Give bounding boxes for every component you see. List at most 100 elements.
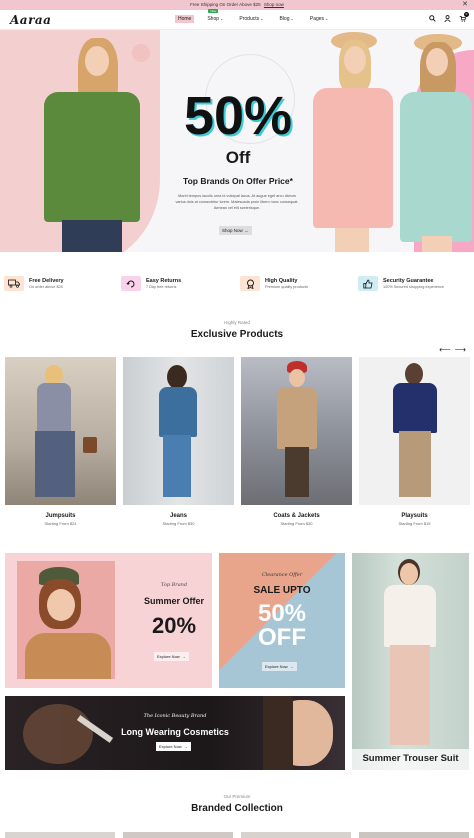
- nav-shop[interactable]: New Shop⌄: [204, 9, 226, 23]
- close-icon[interactable]: ✕: [462, 0, 468, 10]
- feature-security: Security Guarantee 100% Secured shopping …: [358, 276, 444, 291]
- hero-shop-label: Shop Now: [222, 228, 243, 233]
- product-price: Starting From $15: [398, 521, 431, 526]
- cosmetics-kicker: The Iconic Beauty Brand: [143, 713, 207, 719]
- clearance-value: 50%: [257, 600, 307, 627]
- nav-products[interactable]: Products⌄: [236, 15, 266, 23]
- feature-sub: Premium quality products: [265, 285, 308, 289]
- feature-strip: Free Delivery On order above $25 Easy Ret…: [0, 276, 474, 298]
- product-name[interactable]: Jeans: [123, 513, 234, 519]
- summer-offer-banner[interactable]: Top Brand Summer Offer 20% Explore Now →: [5, 553, 212, 688]
- announcement-bar: Free Shipping On Order Above $25 Shop no…: [0, 0, 474, 10]
- arrow-right-icon[interactable]: ⟶: [455, 345, 466, 354]
- hero-subtitle: Top Brands On Offer Price*: [183, 176, 293, 186]
- product-price: Starting From $30: [280, 521, 313, 526]
- chevron-down-icon: ⌄: [220, 16, 224, 21]
- product-name[interactable]: Jumpsuits: [5, 513, 116, 519]
- chevron-down-icon: ⌄: [290, 16, 294, 21]
- product-name[interactable]: Playsuits: [359, 513, 470, 519]
- summer-offer-title: Summer Offer: [143, 596, 205, 606]
- announcement-shop-link[interactable]: Shop now: [264, 2, 284, 7]
- branded-kicker: Our Premium: [223, 794, 251, 799]
- chevron-down-icon: ⌄: [325, 16, 329, 21]
- arrow-right-icon: →: [289, 664, 294, 669]
- summer-explore-button[interactable]: Explore Now →: [154, 652, 189, 661]
- feature-title: Easy Returns: [146, 278, 182, 284]
- hero-model-center: [305, 32, 395, 252]
- nav-shop-label: Shop: [207, 16, 220, 22]
- header-icons: 0: [429, 12, 469, 24]
- nav-pages[interactable]: Pages⌄: [307, 15, 332, 23]
- branded-title: Branded Collection: [191, 803, 283, 814]
- exclusive-title: Exclusive Products: [190, 329, 284, 340]
- cosmetics-banner[interactable]: The Iconic Beauty Brand Long Wearing Cos…: [5, 696, 345, 770]
- product-image[interactable]: [5, 357, 116, 505]
- product-image[interactable]: [241, 357, 352, 505]
- logo[interactable]: Aaraa: [10, 13, 51, 27]
- chevron-down-icon: ⌄: [260, 16, 264, 21]
- product-image[interactable]: [123, 357, 234, 505]
- clearance-banner[interactable]: Clearance Offer SALE UPTO 50% OFF Explor…: [219, 553, 345, 688]
- nav-home[interactable]: Home: [175, 15, 195, 23]
- cart-count-badge: 0: [464, 12, 469, 17]
- user-icon[interactable]: [444, 15, 451, 24]
- clearance-explore-button[interactable]: Explore Now →: [262, 662, 297, 671]
- main-nav: Home New Shop⌄ Products⌄ Blog⌄ Pages⌄: [175, 9, 332, 23]
- summer-offer-kicker: Top Brand: [160, 582, 188, 588]
- nav-blog-label: Blog: [279, 16, 290, 22]
- cosmetics-explore-button[interactable]: Explore Now →: [156, 742, 191, 751]
- model-hair: [263, 696, 293, 770]
- nav-new-badge: New: [208, 9, 219, 13]
- feature-free-delivery: Free Delivery On order above $25: [4, 276, 64, 291]
- hero-discount: 50%: [183, 86, 293, 146]
- summer-offer-image: [17, 561, 115, 679]
- nav-home-label: Home: [178, 16, 192, 22]
- return-icon: [121, 276, 141, 291]
- product-card[interactable]: Coats & Jackets Starting From $30: [241, 357, 352, 526]
- hero-off-label: Off: [225, 148, 251, 167]
- search-icon[interactable]: [429, 15, 436, 24]
- product-card[interactable]: Jumpsuits Starting From $24: [5, 357, 116, 526]
- makeup-brush-image: [23, 704, 93, 764]
- trouser-suit-title: Summer Trouser Suit: [362, 753, 459, 764]
- summer-explore-label: Explore Now: [157, 654, 180, 659]
- feature-easy-returns: Easy Returns 7 Day free returns: [121, 276, 181, 291]
- clearance-kicker: Clearance Offer: [261, 572, 303, 578]
- feature-sub: 7 Day free returns: [146, 285, 177, 289]
- hero-model-right: [398, 30, 474, 252]
- hero-banner: 50% Off Top Brands On Offer Price* Morbi…: [0, 30, 474, 252]
- site-header: Aaraa Home New Shop⌄ Products⌄ Blog⌄ Page…: [0, 9, 474, 30]
- arrow-right-icon: →: [244, 228, 249, 233]
- product-card[interactable]: Playsuits Starting From $15: [359, 357, 470, 526]
- product-image[interactable]: [359, 357, 470, 505]
- truck-icon: [4, 276, 24, 291]
- trouser-suit-banner[interactable]: Summer Trouser Suit: [352, 553, 469, 770]
- badge-icon: [240, 276, 260, 291]
- cosmetics-explore-label: Explore Now: [159, 744, 182, 749]
- branded-collection-strip: [5, 832, 469, 838]
- arrow-left-icon[interactable]: ⟵: [439, 345, 450, 354]
- product-price: Starting From $30: [162, 521, 195, 526]
- feature-title: Security Guarantee: [383, 278, 434, 284]
- product-name[interactable]: Coats & Jackets: [241, 513, 352, 519]
- summer-offer-value: 20%: [151, 613, 197, 638]
- clearance-title: SALE UPTO: [253, 585, 311, 596]
- exclusive-kicker: Highly Rated: [224, 320, 250, 325]
- hero-shop-button[interactable]: Shop Now →: [219, 226, 252, 235]
- thumb-icon: [358, 276, 378, 291]
- product-card[interactable]: Jeans Starting From $30: [123, 357, 234, 526]
- feature-sub: On order above $25: [29, 285, 63, 289]
- nav-blog[interactable]: Blog⌄: [276, 15, 296, 23]
- feature-high-quality: High Quality Premium quality products: [240, 276, 308, 291]
- announcement-text: Free Shipping On Order Above $25: [190, 2, 261, 7]
- arrow-right-icon: →: [183, 744, 188, 749]
- hero-description: Morbi tempus iaculis urna id volutpat la…: [175, 194, 299, 210]
- cosmetics-title: Long Wearing Cosmetics: [121, 727, 229, 737]
- hero-model-left: [38, 34, 148, 252]
- clearance-off: OFF: [258, 624, 306, 651]
- clearance-explore-label: Explore Now: [265, 664, 288, 669]
- feature-title: Free Delivery: [29, 278, 64, 284]
- feature-title: High Quality: [265, 278, 298, 284]
- carousel-arrows: ⟵ ⟶: [439, 345, 466, 354]
- cart-icon[interactable]: 0: [459, 12, 469, 24]
